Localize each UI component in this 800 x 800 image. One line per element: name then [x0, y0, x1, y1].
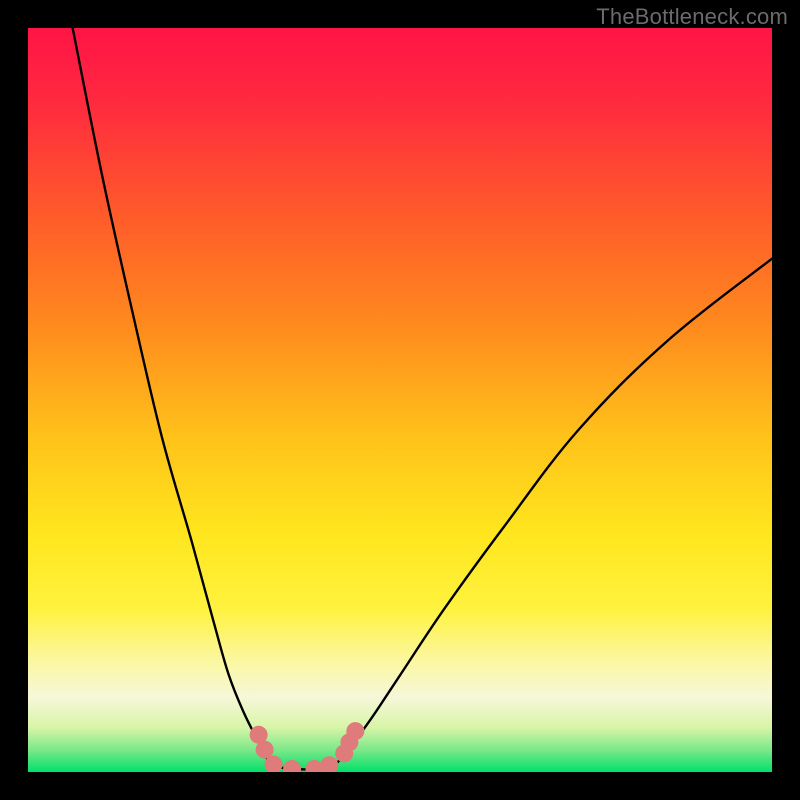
- bottleneck-curve: [73, 28, 772, 769]
- plot-area: [28, 28, 772, 772]
- data-markers: [250, 722, 365, 772]
- curve-layer: [28, 28, 772, 772]
- marker-point: [346, 722, 364, 740]
- marker-point: [320, 756, 338, 772]
- marker-point: [283, 760, 301, 772]
- chart-frame: TheBottleneck.com: [0, 0, 800, 800]
- watermark-text: TheBottleneck.com: [596, 4, 788, 30]
